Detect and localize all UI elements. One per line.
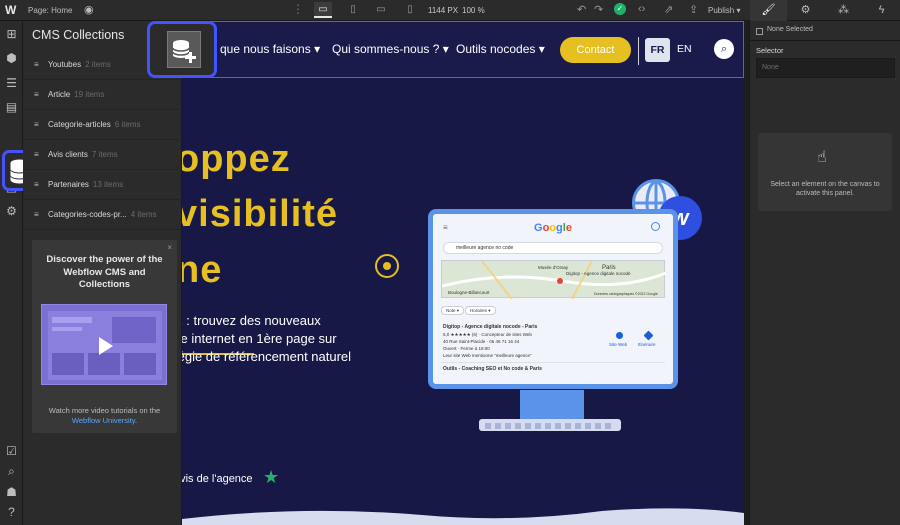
directions-icon	[643, 330, 654, 341]
empty-state-message: Select an element on the canvas to activ…	[770, 181, 880, 197]
selection-checkbox[interactable]	[756, 28, 763, 35]
nav-link-services[interactable]: que nous faisons ▾	[220, 42, 320, 56]
empty-state-card: ☝ Select an element on the canvas to act…	[758, 133, 892, 211]
add-collection-button[interactable]	[147, 21, 217, 78]
style-panel: None Selected Selector None ☝ Select an …	[749, 21, 900, 525]
top-toolbar: W Page: Home ◉ ⋮ ▭ ▯ ▭ ▯ 1144 PX 100 % ↶…	[0, 0, 900, 21]
cms-promo-card: × Discover the power of the Webflow CMS …	[32, 240, 177, 433]
collection-item[interactable]: ≡ Categories-codes-pr... 4 items	[23, 200, 182, 230]
add-icon[interactable]: ⊞	[4, 27, 19, 42]
account-icon	[651, 222, 660, 231]
tablet-breakpoint-icon[interactable]: ▯	[344, 2, 362, 18]
nav-divider	[638, 37, 639, 65]
redo-icon[interactable]: ↷	[594, 3, 603, 16]
website-icon	[616, 332, 623, 339]
collection-item[interactable]: ≡ Categorie-articles 6 items	[23, 110, 182, 140]
undo-icon[interactable]: ↶	[577, 3, 586, 16]
nav-link-tools[interactable]: Outils nocodes ▾	[456, 42, 545, 56]
settings-panel-tab[interactable]: ⚙	[787, 0, 824, 21]
star-icon: ★	[263, 467, 280, 487]
hero-subtext-1: E : trouvez des nouveaux	[182, 313, 321, 328]
hero-subtext-3: tégie de référencement naturel	[182, 349, 352, 364]
lang-en-button[interactable]: EN	[677, 43, 692, 55]
database-add-icon	[167, 31, 201, 68]
page-selector[interactable]: Page: Home	[28, 6, 72, 15]
webflow-logo-icon[interactable]: W	[5, 3, 19, 17]
selection-status: None Selected	[767, 26, 813, 33]
audit-icon[interactable]: ☑	[4, 444, 19, 459]
monitor-keyboard	[479, 419, 621, 431]
monitor-illustration: Google ≡ meilleure agence no code Paris …	[428, 209, 678, 389]
canvas-zoom-readout: 100 %	[462, 6, 485, 15]
cms-collections-panel: CMS Collections ≡ Youtubes 2 items ≡ Arti…	[23, 21, 182, 525]
collection-item[interactable]: ≡ Avis clients 7 items	[23, 140, 182, 170]
lang-fr-button[interactable]: FR	[645, 38, 670, 62]
mobile-landscape-breakpoint-icon[interactable]: ▭	[372, 2, 390, 18]
close-icon[interactable]: ×	[167, 243, 172, 252]
play-icon[interactable]	[99, 337, 113, 355]
mobile-portrait-breakpoint-icon[interactable]: ▯	[401, 2, 419, 18]
canvas-width-readout: 1144 PX	[428, 6, 459, 15]
database-icon: ≡	[34, 60, 39, 69]
navigator-icon[interactable]: ☰	[4, 76, 19, 91]
webflow-university-link[interactable]: Webflow University	[72, 416, 135, 425]
panel-title: CMS Collections	[32, 28, 125, 42]
hero-line-2: visibilité	[182, 193, 339, 235]
search-icon[interactable]: ⌕	[714, 39, 734, 59]
style-panel-tab[interactable]: 🖌	[750, 0, 787, 21]
users-icon[interactable]: ☗	[4, 485, 19, 500]
share-icon[interactable]: ⇪	[689, 3, 698, 16]
database-icon: ≡	[34, 90, 39, 99]
collection-item[interactable]: ≡ Partenaires 13 items	[23, 170, 182, 200]
export-icon[interactable]: ⇗	[664, 3, 673, 16]
help-icon[interactable]: ?	[4, 505, 19, 520]
selector-input[interactable]: None	[756, 58, 895, 78]
database-icon: ≡	[34, 210, 39, 219]
map-thumbnail: Paris Digitop - Agence digitale nocode M…	[441, 260, 666, 299]
menu-icon: ≡	[443, 223, 448, 232]
hero-line-1: oppez	[182, 138, 291, 180]
google-search-bar: meilleure agence no code	[443, 242, 663, 254]
collection-item[interactable]: ≡ Article 19 items	[23, 80, 182, 110]
database-icon: ≡	[34, 120, 39, 129]
interactions-tab[interactable]: ϟ	[863, 0, 900, 21]
designer-canvas[interactable]: que nous faisons ▾ Qui sommes-nous ? ▾ O…	[182, 21, 744, 525]
style-manager-tab[interactable]: ⁂	[825, 0, 862, 21]
review-label: avis de l'agence	[182, 473, 253, 485]
code-icon[interactable]: ‹›	[638, 3, 645, 15]
footer-wave	[182, 508, 744, 525]
search-icon[interactable]: ⌕	[4, 464, 19, 479]
hero-line-3: ne	[182, 249, 223, 291]
monitor-stand	[520, 390, 584, 422]
symbols-icon[interactable]: ⬢	[4, 51, 19, 66]
more-icon[interactable]: ⋮	[292, 2, 304, 16]
saved-check-icon: ✓	[614, 3, 626, 15]
pointer-hand-icon: ☝	[817, 149, 827, 166]
database-icon: ≡	[34, 180, 39, 189]
selector-label: Selector	[756, 46, 784, 55]
pages-icon[interactable]: ▤	[4, 100, 19, 115]
left-icon-rail: ⊞ ⬢ ☰ ▤ ▣ ⚙ ☑ ⌕ ☗ ?	[0, 21, 37, 525]
desktop-breakpoint-icon[interactable]: ▭	[314, 2, 332, 18]
nav-link-about[interactable]: Qui sommes-nous ? ▾	[332, 42, 449, 56]
settings-icon[interactable]: ⚙	[4, 204, 19, 219]
target-dot	[383, 262, 391, 270]
video-thumbnail[interactable]	[41, 304, 167, 385]
database-icon: ≡	[34, 150, 39, 159]
hero-subtext-2: ite internet en 1ère page sur	[182, 331, 337, 346]
publish-button[interactable]: Publish ▾	[708, 6, 741, 15]
contact-button[interactable]: Contact	[560, 37, 631, 63]
google-logo: Google	[534, 222, 572, 234]
promo-heading: Discover the power of the Webflow CMS an…	[46, 254, 163, 290]
site-navbar[interactable]: que nous faisons ▾ Qui sommes-nous ? ▾ O…	[182, 21, 744, 78]
eye-icon[interactable]: ◉	[84, 3, 94, 16]
